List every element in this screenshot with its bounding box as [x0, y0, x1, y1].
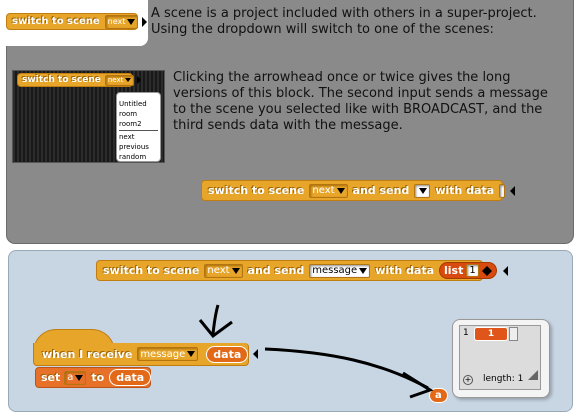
data-param[interactable]: data [206, 345, 249, 363]
with-data-label: with data [375, 264, 435, 277]
variable-reporter-a[interactable]: a [429, 388, 448, 403]
message-dropdown[interactable]: message [309, 263, 371, 278]
block-label: switch to scene [12, 16, 100, 27]
collapse-arrow-icon[interactable] [253, 349, 259, 359]
chevron-down-icon[interactable] [127, 18, 136, 25]
menu-item[interactable]: next [117, 132, 160, 142]
scrollbar-icon[interactable] [509, 327, 518, 341]
list-length: length: 1 [483, 374, 524, 384]
add-icon[interactable]: + [463, 375, 473, 385]
and-send-label: and send [247, 264, 305, 277]
to-label: to [91, 371, 105, 384]
and-send-label: and send [352, 184, 410, 197]
description-scene: A scene is a project included with other… [151, 6, 537, 37]
long-switch-to-scene-block[interactable]: switch to scene next and send with data [201, 180, 516, 201]
with-data-label: with data [435, 184, 495, 197]
list-reporter[interactable]: list 1 [439, 262, 497, 279]
stage-switch-to-scene-block[interactable]: switch to scene next [17, 73, 142, 87]
menu-item[interactable]: Untitled [117, 99, 160, 109]
data-reporter[interactable]: data [109, 369, 152, 386]
block-label: set [41, 371, 61, 384]
scene-dropdown[interactable]: next [104, 74, 135, 86]
chevron-down-icon[interactable] [75, 374, 84, 381]
collapse-arrow-icon[interactable] [502, 265, 508, 276]
chevron-down-icon[interactable] [187, 351, 196, 357]
arrow-right-icon[interactable] [486, 265, 492, 276]
block-label: switch to scene [103, 264, 200, 277]
block-label: when I receive [42, 347, 133, 361]
resize-handle-icon[interactable] [528, 370, 538, 380]
chevron-down-icon[interactable] [336, 187, 345, 194]
block-label: switch to scene [208, 184, 305, 197]
list-index: 1 [463, 328, 469, 338]
scene-dropdown[interactable]: next [204, 263, 243, 278]
scene-dropdown[interactable]: next [104, 14, 139, 29]
list-item-input[interactable]: 1 [466, 264, 479, 277]
expand-arrow-icon[interactable] [137, 76, 142, 84]
data-input[interactable] [499, 183, 506, 198]
menu-item[interactable]: room [117, 109, 160, 119]
chevron-down-icon[interactable] [231, 267, 240, 274]
menu-item[interactable]: random [117, 152, 160, 162]
collapse-arrow-icon[interactable] [510, 185, 516, 196]
scene-menu[interactable]: Untitled room room2 next previous random [116, 92, 161, 162]
message-dropdown[interactable] [414, 183, 431, 198]
expand-arrow-icon[interactable] [142, 16, 148, 27]
scene-dropdown[interactable]: next [309, 183, 348, 198]
menu-divider [119, 130, 158, 131]
when-i-receive-block[interactable]: when I receive message data [33, 343, 259, 366]
description-long-version: Clicking the arrowhead once or twice giv… [173, 70, 548, 133]
chevron-down-icon[interactable] [419, 187, 428, 194]
list-watcher: 1 1 + length: 1 [459, 325, 541, 390]
menu-item[interactable]: previous [117, 142, 160, 152]
block-label: switch to scene [22, 75, 101, 85]
set-variable-block[interactable]: set a to data [35, 367, 152, 388]
chevron-down-icon[interactable] [125, 78, 132, 82]
list-cell[interactable]: 1 [474, 327, 508, 341]
switch-scene-send-block[interactable]: switch to scene next and send message wi… [96, 260, 508, 281]
message-dropdown[interactable]: message [137, 347, 199, 361]
variable-dropdown[interactable]: a [64, 370, 87, 385]
result-bubble: 1 1 + length: 1 [452, 319, 550, 398]
menu-item[interactable]: room2 [117, 119, 160, 129]
switch-to-scene-block[interactable]: switch to scene next [6, 13, 148, 30]
chevron-down-icon[interactable] [359, 267, 368, 274]
